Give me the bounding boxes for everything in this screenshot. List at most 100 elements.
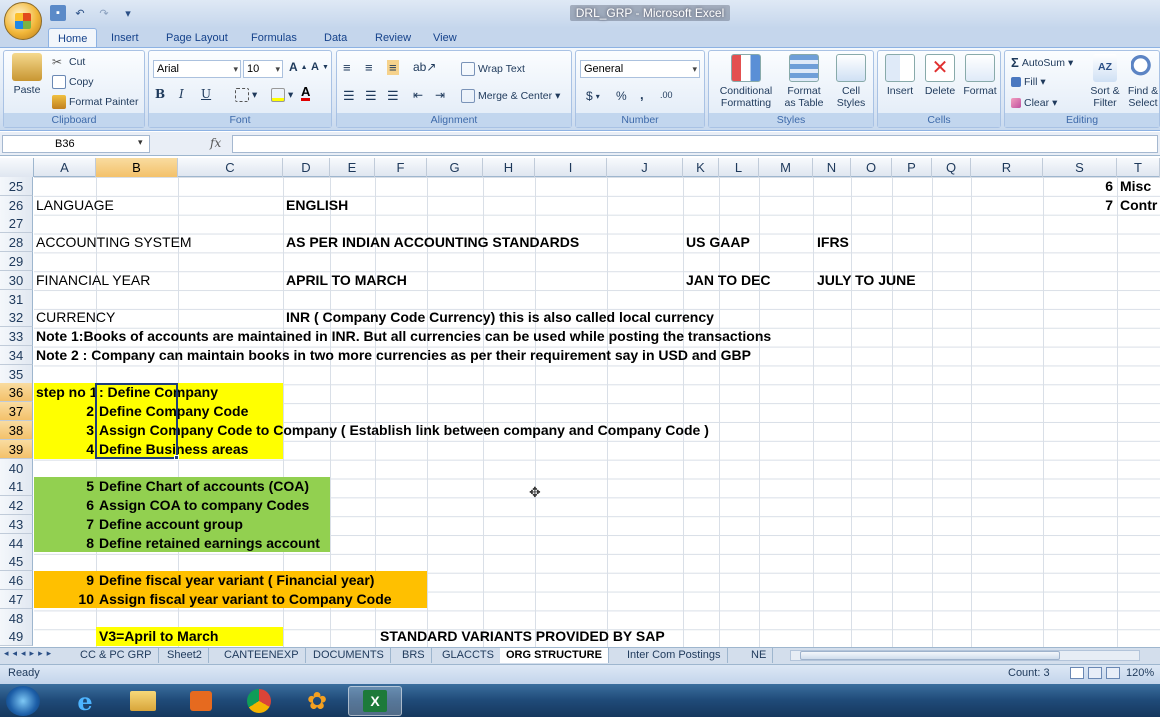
align-middle-icon[interactable]: ≡ [365,60,373,75]
column-header-s[interactable]: S [1043,158,1117,177]
cell-t25[interactable]: Misc [1120,177,1160,196]
cell-k30[interactable]: JAN TO DEC [686,271,771,290]
column-header-j[interactable]: J [607,158,683,177]
cell-d32[interactable]: INR ( Company Code Currency) this is als… [286,308,714,327]
row-header[interactable]: 28 [0,233,33,252]
row-header[interactable]: 32 [0,308,33,327]
comma-button[interactable]: , [640,87,644,102]
name-box[interactable]: B36 [2,135,150,153]
tab-data[interactable]: Data [315,28,356,48]
row-header[interactable]: 43 [0,515,33,534]
name-box-dropdown-icon[interactable]: ▾ [138,137,143,148]
row-header[interactable]: 40 [0,459,33,478]
save-icon[interactable]: ▪ [50,5,66,21]
redo-icon[interactable]: ↷ [96,5,112,21]
increase-indent-icon[interactable]: ⇥ [435,88,445,102]
chrome-icon[interactable] [232,686,286,716]
cell-b49[interactable]: V3=April to March [99,627,218,646]
sort-filter-button[interactable]: AZ Sort & Filter [1087,54,1123,109]
percent-button[interactable]: % [616,89,627,103]
sheet-tab[interactable]: NE [745,648,774,663]
underline-button[interactable]: U [201,87,211,101]
row-header[interactable]: 37 [0,402,33,421]
cell-a39[interactable]: 4 [34,440,94,459]
normal-view-icon[interactable] [1070,667,1084,679]
cell-s26[interactable]: 7 [1043,196,1113,215]
column-header-c[interactable]: C [178,158,283,177]
zoom-level[interactable]: 120% [1126,667,1154,679]
row-header[interactable]: 31 [0,290,33,309]
row-header[interactable]: 35 [0,365,33,384]
fill-handle[interactable] [174,455,179,460]
cell-b43[interactable]: Define account group [99,515,243,534]
cell-b38[interactable]: Assign Company Code to Company ( Establi… [99,421,709,440]
row-header[interactable]: 30 [0,271,33,290]
column-header-m[interactable]: M [759,158,813,177]
find-select-button[interactable]: Find & Select [1125,54,1160,109]
row-header[interactable]: 39 [0,440,33,459]
customize-toolbar-icon[interactable]: ▾ [120,5,136,21]
cell-b47[interactable]: Assign fiscal year variant to Company Co… [99,590,392,609]
align-center-icon[interactable]: ☰ [365,88,377,104]
row-header[interactable]: 45 [0,552,33,571]
sheet-tab[interactable]: CC & PC GRP [74,648,159,663]
row-header[interactable]: 36 [0,383,33,402]
cell-a30[interactable]: FINANCIAL YEAR [36,271,150,290]
clear-button[interactable]: Clear ▾ [1011,97,1057,109]
row-header[interactable]: 44 [0,534,33,553]
start-button-icon[interactable] [6,686,40,716]
column-header-b[interactable]: B [96,158,178,177]
cell-b41[interactable]: Define Chart of accounts (COA) [99,477,309,496]
row-header[interactable]: 33 [0,327,33,346]
cell-a33[interactable]: Note 1:Books of accounts are maintained … [36,327,771,346]
row-header[interactable]: 29 [0,252,33,271]
office-button[interactable] [4,2,42,40]
column-header-t[interactable]: T [1117,158,1160,177]
font-color-button[interactable]: A [301,85,311,101]
cell-a32[interactable]: CURRENCY [36,308,115,327]
cell-b44[interactable]: Define retained earnings account [99,534,320,553]
cell-k28[interactable]: US GAAP [686,233,750,252]
file-explorer-icon[interactable] [116,686,170,716]
cell-d26[interactable]: ENGLISH [286,196,348,215]
cell-a44[interactable]: 8 [34,534,94,553]
tab-home[interactable]: Home [48,28,98,48]
formula-input[interactable] [232,135,1158,153]
wrap-text-button[interactable]: Wrap Text [461,62,525,76]
copy-button[interactable]: Copy [52,75,94,89]
row-header[interactable]: 26 [0,196,33,215]
cell-n30[interactable]: JULY TO JUNE [817,271,916,290]
italic-button[interactable]: I [179,87,184,101]
selection-range[interactable] [95,383,178,459]
column-header-n[interactable]: N [813,158,851,177]
cell-styles-button[interactable]: Cell Styles [831,54,871,109]
align-bottom-icon[interactable]: ≡ [387,60,399,75]
column-header-e[interactable]: E [330,158,375,177]
column-header-d[interactable]: D [283,158,330,177]
row-header[interactable]: 25 [0,177,33,196]
paste-button[interactable]: Paste [7,53,47,96]
borders-button[interactable]: ▾ [235,88,257,102]
column-header-o[interactable]: O [851,158,892,177]
column-header-f[interactable]: F [375,158,427,177]
column-header-l[interactable]: L [719,158,759,177]
column-header-g[interactable]: G [427,158,483,177]
row-header[interactable]: 42 [0,496,33,515]
cell-a26[interactable]: LANGUAGE [36,196,114,215]
row-header[interactable]: 48 [0,609,33,628]
internet-explorer-icon[interactable]: e [58,686,112,716]
column-header-q[interactable]: Q [932,158,971,177]
sheet-tab[interactable]: Sheet2 [161,648,209,663]
row-header[interactable]: 27 [0,214,33,233]
fill-color-button[interactable]: ▾ [271,88,293,102]
row-header[interactable]: 34 [0,346,33,365]
cell-a38[interactable]: 3 [34,421,94,440]
sheet-tab[interactable]: BRS [396,648,432,663]
page-break-view-icon[interactable] [1106,667,1120,679]
sheet-tab[interactable]: CANTEENEXP [218,648,306,663]
cell-a37[interactable]: 2 [34,402,94,421]
row-header[interactable]: 47 [0,590,33,609]
cell-a36[interactable]: step no 1 [36,383,97,402]
grow-font-button[interactable]: A ▲ [289,60,308,74]
row-header[interactable]: 38 [0,421,33,440]
